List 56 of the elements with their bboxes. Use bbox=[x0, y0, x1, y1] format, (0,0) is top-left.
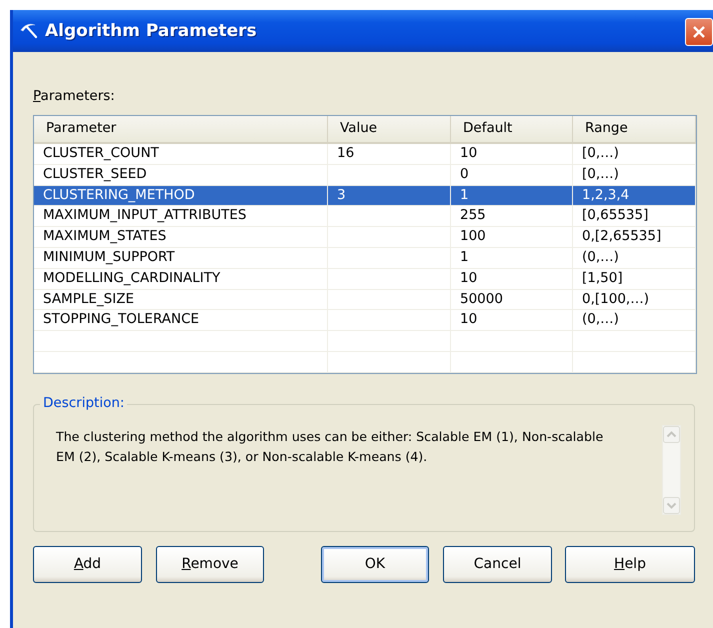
table-cell: MAXIMUM_INPUT_ATTRIBUTES bbox=[43, 207, 246, 224]
table-cell: 50000 bbox=[460, 290, 503, 307]
table-cell: MAXIMUM_STATES bbox=[43, 228, 166, 244]
pickaxe-icon bbox=[19, 22, 39, 40]
remove-button[interactable]: Remove bbox=[156, 546, 264, 583]
table-cell: [1,50] bbox=[582, 270, 623, 286]
table-row[interactable]: SAMPLE_SIZE 50000 0,[100,…) bbox=[34, 290, 696, 310]
window-title: Algorithm Parameters bbox=[45, 21, 257, 41]
table-cell: [0,…) bbox=[582, 166, 619, 182]
description-label: Description: bbox=[40, 394, 128, 411]
table-cell: 3 bbox=[337, 186, 346, 203]
table-cell: SAMPLE_SIZE bbox=[43, 290, 134, 307]
table-cell: 10 bbox=[460, 270, 478, 286]
parameters-label: Parameters: bbox=[33, 88, 116, 106]
table-cell: 16 bbox=[337, 145, 354, 161]
table-cell: 1 bbox=[460, 248, 469, 265]
description-text: The clustering method the algorithm uses can be either: Scalable EM (1), Non-scalable EM (2), Scalable K-means (3), or Non-scalable K-means (4). bbox=[56, 428, 604, 466]
table-cell: 10 bbox=[460, 311, 478, 328]
table-row[interactable]: STOPPING_TOLERANCE 10 (0,…) bbox=[34, 310, 696, 332]
cancel-button[interactable]: Cancel bbox=[443, 546, 552, 583]
table-cell: 0,[100,…) bbox=[582, 290, 649, 307]
close-button[interactable] bbox=[685, 18, 713, 46]
close-icon bbox=[692, 25, 706, 39]
table-row[interactable]: MINIMUM_SUPPORT 1 (0,…) bbox=[34, 248, 696, 269]
table-cell: [0,…) bbox=[582, 145, 619, 161]
table-cell: 0,[2,65535] bbox=[582, 228, 662, 244]
table-cell: 1 bbox=[460, 186, 469, 203]
column-header[interactable]: Default bbox=[451, 116, 573, 142]
scroll-up-icon[interactable] bbox=[663, 426, 680, 443]
table-cell: 255 bbox=[460, 207, 486, 224]
table-cell: [0,65535] bbox=[582, 207, 648, 224]
table-cell: MODELLING_CARDINALITY bbox=[43, 270, 220, 286]
column-header[interactable]: Range bbox=[573, 116, 696, 142]
table-row[interactable]: CLUSTERING_METHOD 3 1 1,2,3,4 bbox=[34, 186, 696, 206]
table-cell: CLUSTERING_METHOD bbox=[43, 186, 195, 203]
table-row[interactable]: MAXIMUM_STATES 100 0,[2,65535] bbox=[34, 227, 696, 248]
table-cell: CLUSTER_COUNT bbox=[43, 145, 159, 161]
table-row[interactable]: MAXIMUM_INPUT_ATTRIBUTES 255 [0,65535] bbox=[34, 206, 696, 228]
add-button[interactable]: Add bbox=[33, 546, 142, 583]
scrollbar[interactable] bbox=[662, 424, 681, 515]
table-cell: MINIMUM_SUPPORT bbox=[43, 248, 175, 265]
scroll-down-icon[interactable] bbox=[663, 496, 680, 514]
table-cell: (0,…) bbox=[582, 248, 619, 265]
table-row[interactable]: CLUSTER_COUNT 16 10 [0,…) bbox=[34, 144, 696, 165]
column-header[interactable]: Value bbox=[328, 116, 451, 142]
table-cell: 100 bbox=[460, 228, 486, 244]
ok-button[interactable]: OK bbox=[321, 546, 429, 583]
table-cell: 0 bbox=[460, 166, 469, 182]
table-cell: 10 bbox=[460, 145, 478, 161]
table-cell: (0,…) bbox=[582, 311, 619, 328]
table-row[interactable]: MODELLING_CARDINALITY 10 [1,50] bbox=[34, 268, 696, 290]
table-cell: STOPPING_TOLERANCE bbox=[43, 311, 200, 328]
table-cell: 1,2,3,4 bbox=[582, 186, 630, 203]
help-button[interactable]: Help bbox=[565, 546, 695, 583]
table-cell: CLUSTER_SEED bbox=[43, 166, 147, 182]
column-header[interactable]: Parameter bbox=[34, 116, 328, 142]
